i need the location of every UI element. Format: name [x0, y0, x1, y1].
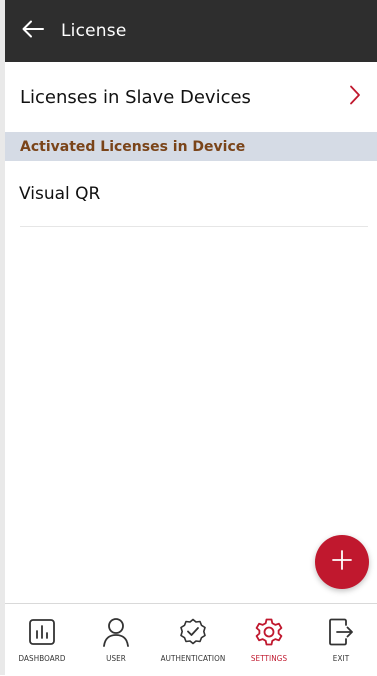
nav-label-user: USER — [106, 654, 126, 663]
nav-label-exit: EXIT — [332, 654, 350, 663]
nav-item-settings[interactable]: SETTINGS — [233, 604, 305, 676]
dashboard-icon — [28, 615, 56, 649]
nav-item-authentication[interactable]: AUTHENTICATION — [153, 604, 233, 676]
slave-licenses-label: Licenses in Slave Devices — [20, 86, 251, 108]
exit-icon — [327, 615, 355, 649]
add-license-button[interactable] — [315, 535, 369, 589]
back-button[interactable] — [5, 0, 61, 62]
divider — [20, 226, 368, 227]
page-title: License — [61, 21, 127, 41]
plus-icon — [331, 549, 353, 575]
license-item[interactable]: Visual QR — [5, 161, 377, 227]
nav-label-dashboard: DASHBOARD — [18, 654, 66, 663]
nav-item-user[interactable]: USER — [79, 604, 153, 676]
slave-licenses-row[interactable]: Licenses in Slave Devices — [5, 62, 377, 132]
nav-item-dashboard[interactable]: DASHBOARD — [5, 604, 79, 676]
user-icon — [102, 615, 130, 649]
section-header-activated: Activated Licenses in Device — [5, 132, 377, 161]
authentication-icon — [178, 615, 208, 649]
nav-label-authentication: AUTHENTICATION — [160, 654, 226, 663]
bottom-nav: DASHBOARD USER AUTHENTICATION SETTINGS E… — [5, 603, 377, 676]
nav-label-settings: SETTINGS — [250, 654, 288, 663]
app-bar: License — [5, 0, 377, 62]
nav-item-exit[interactable]: EXIT — [305, 604, 377, 676]
chevron-right-icon — [349, 85, 361, 109]
arrow-left-icon — [22, 20, 44, 42]
settings-icon — [254, 615, 284, 649]
